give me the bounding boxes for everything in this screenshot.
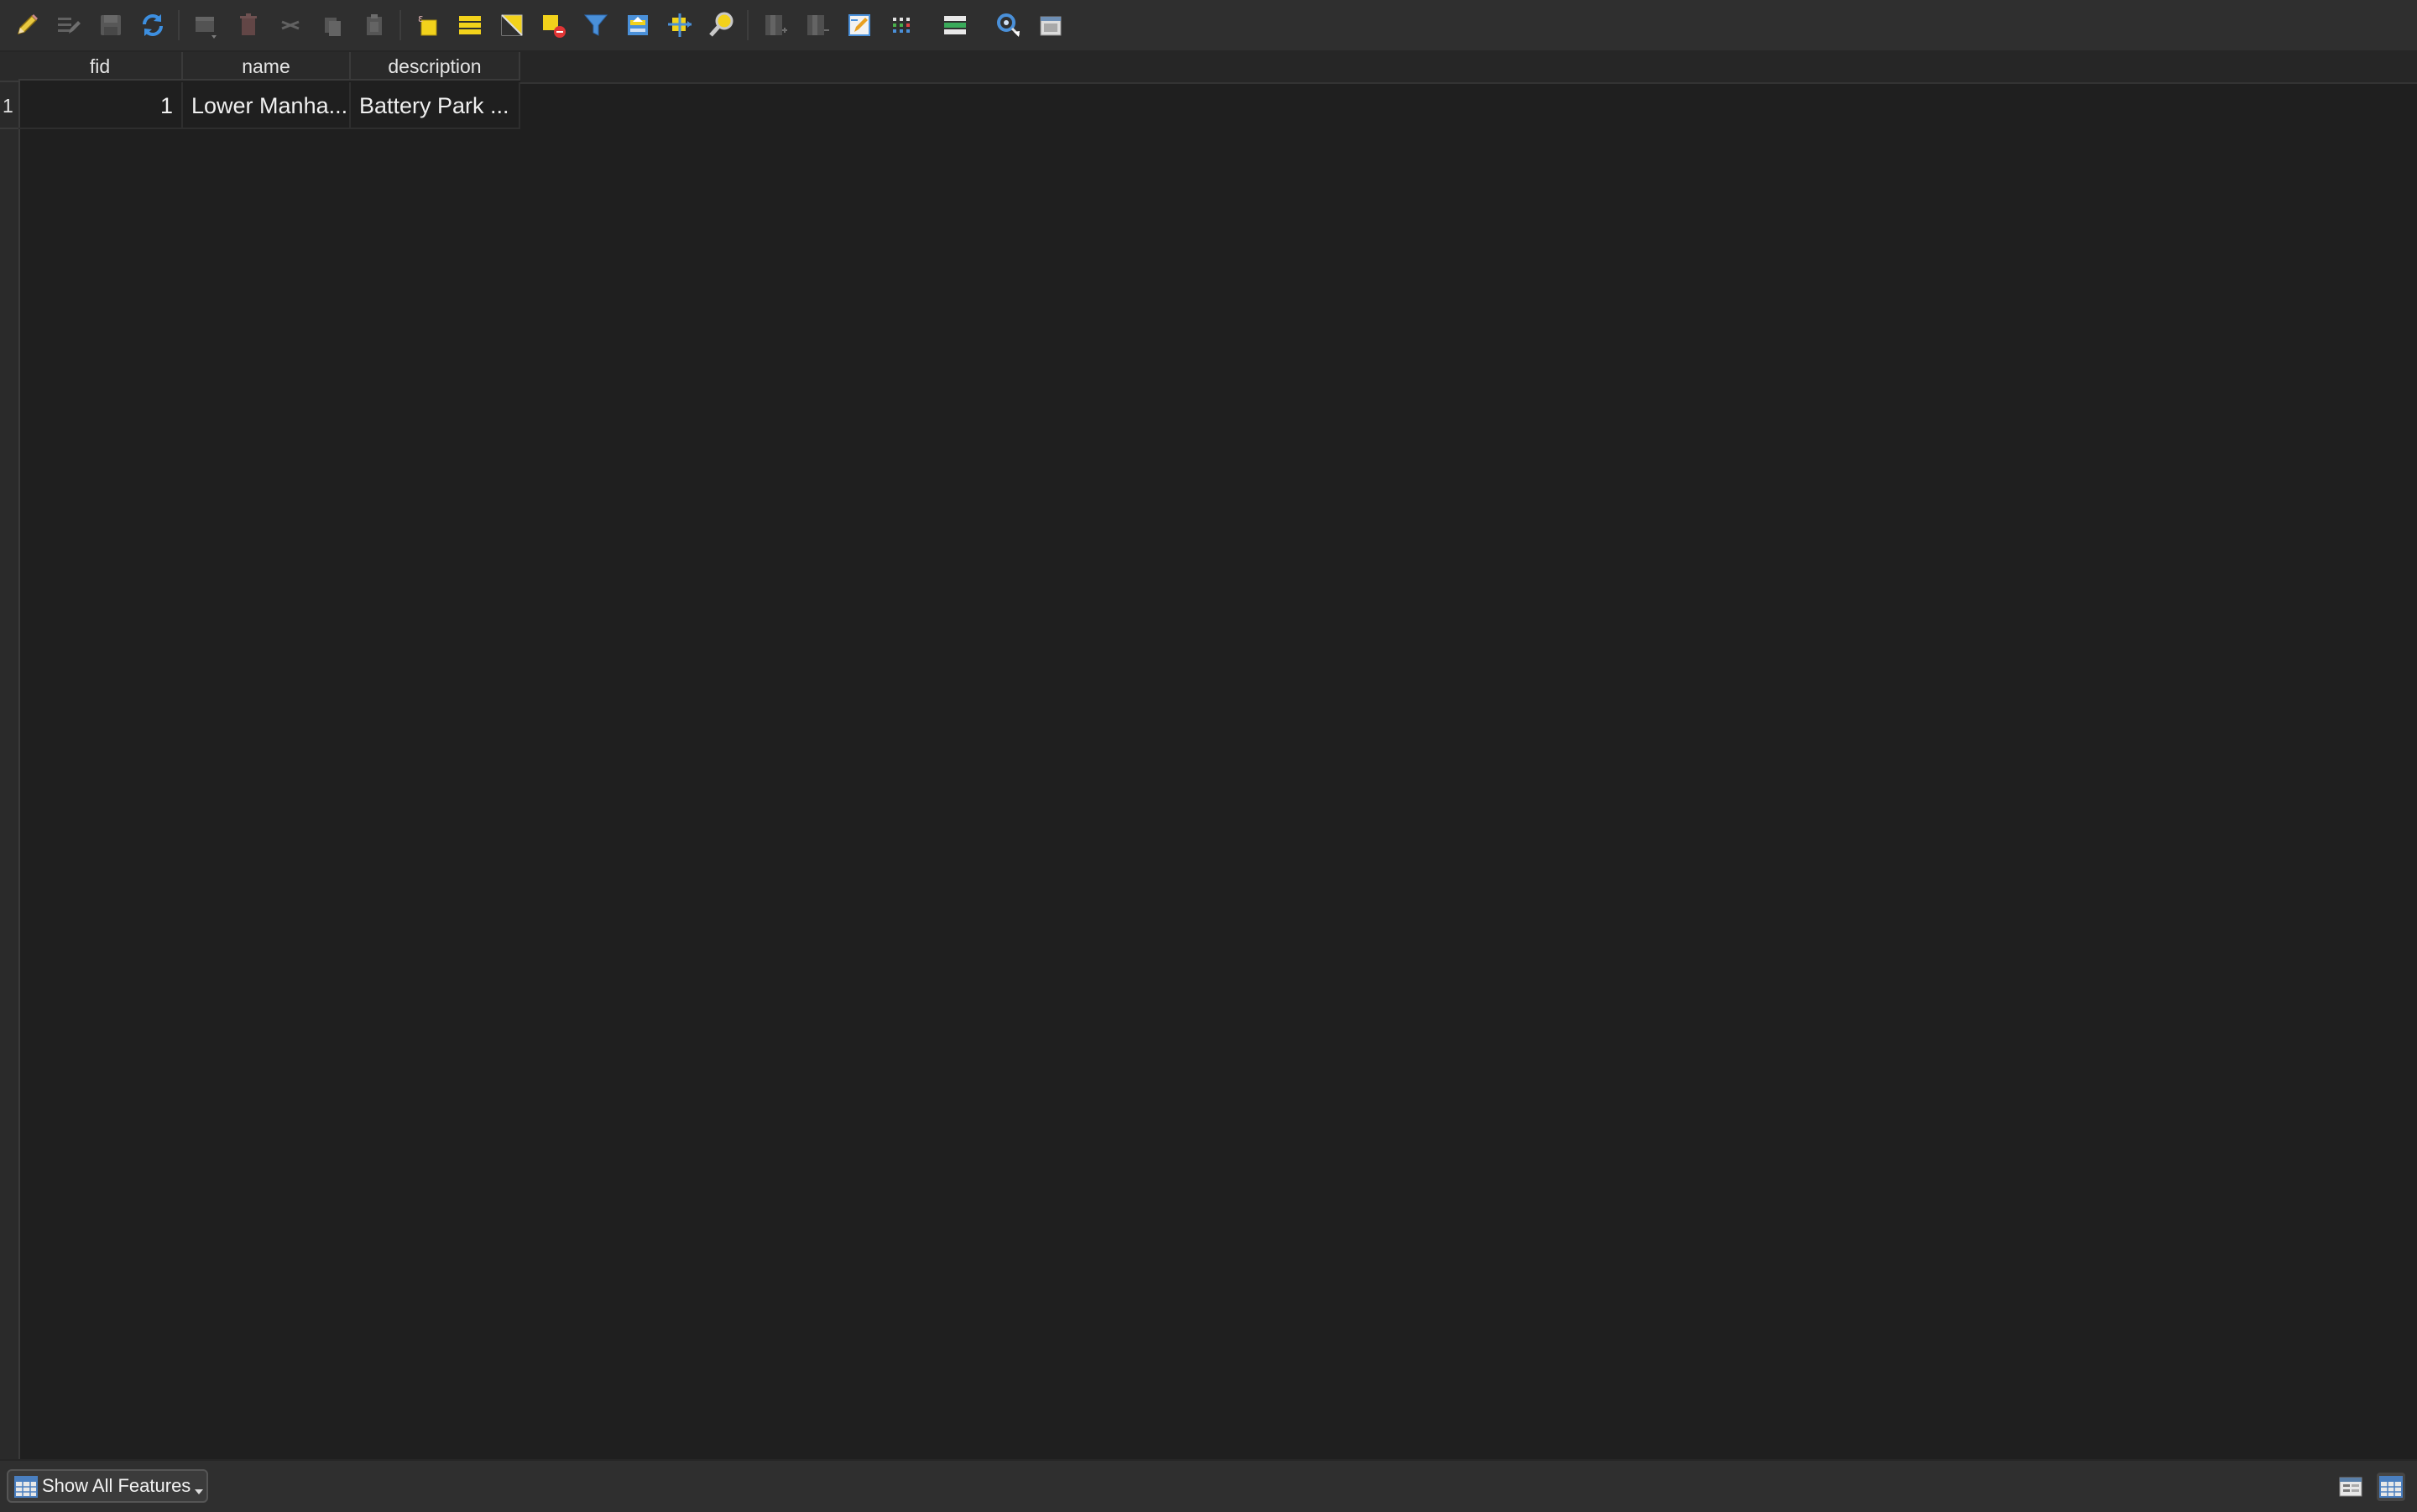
conditional-formatting-icon[interactable] (886, 10, 916, 40)
actions-icon[interactable] (940, 10, 970, 40)
invert-selection-icon[interactable] (497, 10, 527, 40)
attribute-table-toolbar: ε (0, 0, 2417, 52)
table-cell-description[interactable]: Battery Park ... (351, 82, 520, 129)
row-header-column: 1 (0, 82, 20, 1459)
table-cell-fid[interactable]: 1 (18, 82, 183, 129)
select-all-icon[interactable] (455, 10, 485, 40)
table-cell-name[interactable]: Lower Manha... (183, 82, 351, 129)
copy-icon[interactable] (317, 10, 347, 40)
toolbar-separator (399, 10, 401, 40)
svg-text:ε: ε (418, 13, 424, 24)
select-by-expression-icon[interactable]: ε (413, 10, 443, 40)
pan-to-selection-icon[interactable] (665, 10, 695, 40)
table-corner-button[interactable] (0, 52, 20, 82)
column-header-fid[interactable]: fid (18, 52, 183, 81)
column-header-name[interactable]: name (183, 52, 351, 81)
zoom-to-selection-icon[interactable] (707, 10, 737, 40)
row-header[interactable]: 1 (0, 82, 18, 129)
show-all-features-button[interactable]: Show All Features (7, 1469, 208, 1503)
header-empty-area (520, 52, 2417, 84)
form-view-icon[interactable] (2336, 1473, 2365, 1501)
filter-label: Show All Features (42, 1475, 191, 1496)
column-header-description[interactable]: description (351, 52, 520, 81)
delete-feature-icon[interactable] (233, 10, 264, 40)
dock-window-icon[interactable] (1036, 10, 1066, 40)
reload-icon[interactable] (138, 10, 168, 40)
table-icon (13, 1474, 39, 1499)
toggle-editing-icon[interactable] (12, 10, 42, 40)
status-bar: Show All Features (0, 1459, 2417, 1512)
multi-edit-icon[interactable] (54, 10, 84, 40)
toolbar-separator (747, 10, 749, 40)
save-edits-icon[interactable] (96, 10, 126, 40)
delete-field-icon[interactable] (802, 10, 833, 40)
new-field-icon[interactable] (760, 10, 791, 40)
add-feature-icon[interactable] (191, 10, 222, 40)
cut-icon[interactable] (275, 10, 305, 40)
deselect-all-icon[interactable] (539, 10, 569, 40)
paste-icon[interactable] (359, 10, 389, 40)
table-view-icon[interactable] (2377, 1473, 2405, 1501)
toolbar-separator (178, 10, 180, 40)
attribute-table: fid name description 1 1 Lower Manha... … (0, 52, 2417, 1459)
filter-select-icon[interactable] (581, 10, 611, 40)
chevron-down-icon (195, 1489, 203, 1494)
identify-icon[interactable] (994, 10, 1024, 40)
field-calculator-icon[interactable] (844, 10, 874, 40)
move-selection-to-top-icon[interactable] (623, 10, 653, 40)
